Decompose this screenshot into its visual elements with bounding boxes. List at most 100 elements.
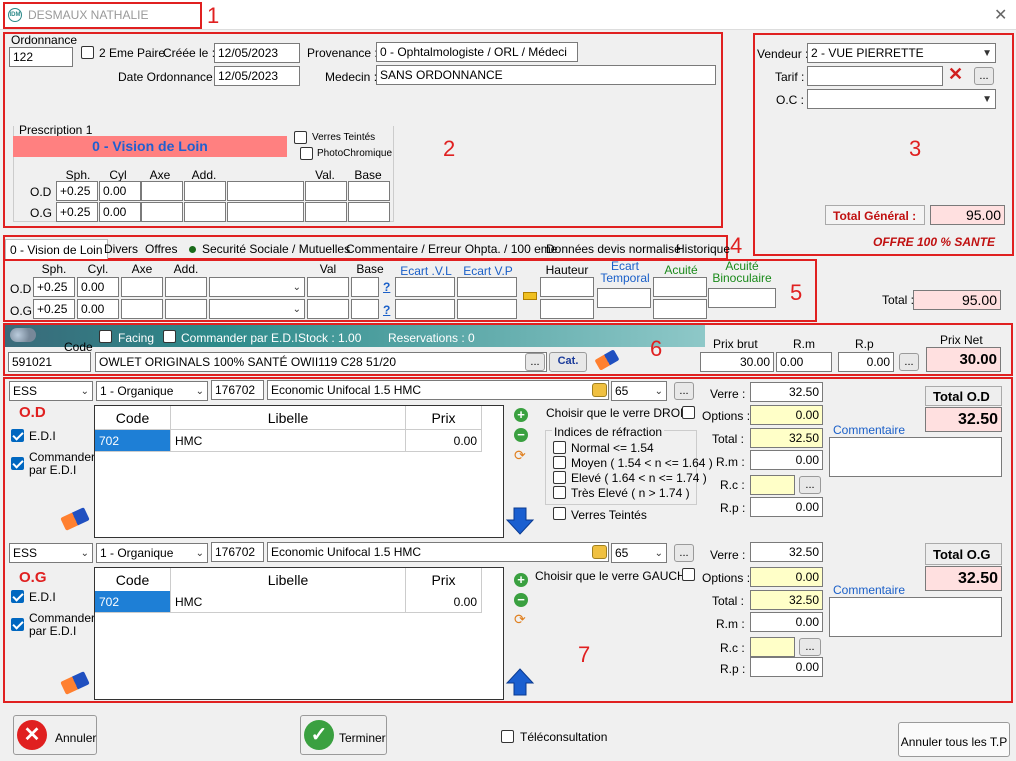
mes-od-dropdown[interactable]: ⌄ [209,277,305,297]
close-icon[interactable]: ✕ [994,5,1007,25]
mes-og-base[interactable] [351,299,379,319]
od-add-icon[interactable]: + [514,408,528,422]
od-more-button[interactable]: ... [674,382,694,400]
monture-more-button[interactable]: ... [525,353,545,371]
presc-og-axe[interactable] [141,202,183,222]
og-libelle-field[interactable]: Economic Unifocal 1.5 HMC [267,542,609,562]
og-rp-field[interactable]: 0.00 [750,657,823,677]
clear-tarif-icon[interactable]: ✕ [948,64,963,85]
monture-libelle-field[interactable]: OWLET ORIGINALS 100% SANTÉ OWII119 C28 5… [95,352,547,372]
od-diam-select[interactable]: 65 ⌄ [611,381,667,401]
mes-od-val[interactable] [307,277,349,297]
annuler-tp-button[interactable]: Annuler tous les T.P [898,722,1010,757]
tarif-more-button[interactable]: ... [974,67,994,85]
presc-og-sph[interactable]: +0.25 [56,202,98,222]
od-grid-cell-libelle[interactable]: HMC [171,430,406,452]
og-type-select[interactable]: ESS ⌄ [9,543,93,563]
presc-od-base[interactable] [348,181,390,201]
od-code-field[interactable]: 176702 [211,380,264,400]
presc-og-base[interactable] [348,202,390,222]
mes-og-val[interactable] [307,299,349,319]
og-rc-field[interactable] [750,637,795,657]
od-arrow-down-icon[interactable] [505,506,535,536]
presc-og-cyl[interactable]: 0.00 [99,202,141,222]
og-arrow-up-icon[interactable] [505,667,535,697]
presc-od-axe[interactable] [141,181,183,201]
od-indice-tres-eleve-checkbox[interactable] [553,486,566,499]
og-catalog-icon[interactable] [592,545,607,559]
ordonnance-number[interactable]: 122 [9,47,73,67]
tab-vision-de-loin[interactable]: 0 - Vision de Loin [5,239,108,259]
mes-od-ecart-vl[interactable] [395,277,455,297]
mes-og-ecart-vp[interactable] [457,299,517,319]
od-type-select[interactable]: ESS ⌄ [9,381,93,401]
mes-od-base[interactable] [351,277,379,297]
od-indice-normal-checkbox[interactable] [553,441,566,454]
catalogue-button[interactable]: Cat. [549,352,587,372]
od-matiere-select[interactable]: 1 - Organique ⌄ [96,381,208,401]
mes-od-sph[interactable]: +0.25 [33,277,75,297]
od-remove-icon[interactable]: − [514,428,528,442]
presc-og-val[interactable] [305,202,347,222]
mes-od-add[interactable] [165,277,207,297]
od-grid-cell-prix[interactable]: 0.00 [406,430,482,452]
link-eyes-icon[interactable] [523,292,537,300]
date-ordonnance-field[interactable]: 12/05/2023 [214,66,300,86]
od-libelle-field[interactable]: Economic Unifocal 1.5 HMC [267,380,609,400]
presc-od-sph[interactable]: +0.25 [56,181,98,201]
tab-historique[interactable]: Historique [672,239,734,259]
od-refresh-icon[interactable]: ⟳ [514,447,526,464]
presc-od-val[interactable] [305,181,347,201]
mes-od-hauteur[interactable] [540,277,594,297]
mes-od-axe[interactable] [121,277,163,297]
od-catalog-icon[interactable] [592,383,607,397]
deuxieme-paire-checkbox[interactable] [81,46,94,59]
tab-divers[interactable]: Divers [100,239,142,259]
od-rc-field[interactable] [750,475,795,495]
od-commentaire-field[interactable] [829,437,1002,477]
og-add-icon[interactable]: + [514,573,528,587]
teleconsultation-checkbox[interactable] [501,730,514,743]
creee-field[interactable]: 12/05/2023 [214,43,300,63]
og-grid-cell-prix[interactable]: 0.00 [406,591,482,613]
mes-od-ecart-vp[interactable] [457,277,517,297]
og-refresh-icon[interactable]: ⟳ [514,611,526,628]
od-rm-field[interactable]: 0.00 [750,450,823,470]
verres-teintes-checkbox[interactable] [294,131,307,144]
og-choisir-checkbox[interactable] [682,568,695,581]
og-more-button[interactable]: ... [674,544,694,562]
og-diam-select[interactable]: 65 ⌄ [611,543,667,563]
presc-od-cyl[interactable]: 0.00 [99,181,141,201]
tab-donnees-devis[interactable]: Données devis normalisé [542,239,685,259]
mes-og-acuite[interactable] [653,299,707,319]
od-commander-checkbox[interactable] [11,457,24,470]
od-choisir-checkbox[interactable] [682,406,695,419]
mes-og-hauteur[interactable] [540,299,594,319]
vendeur-select[interactable]: 2 - VUE PIERRETTE ▼ [807,43,996,63]
od-rc-more-button[interactable]: ... [799,476,821,494]
od-rp-field[interactable]: 0.00 [750,497,823,517]
medecin-field[interactable]: SANS ORDONNANCE [376,65,716,85]
presc-od-extra[interactable] [227,181,304,201]
mes-og-ecart-vl[interactable] [395,299,455,319]
od-indice-moyen-checkbox[interactable] [553,456,566,469]
og-rc-more-button[interactable]: ... [799,638,821,656]
og-remove-icon[interactable]: − [514,593,528,607]
og-commander-checkbox[interactable] [11,618,24,631]
monture-code-field[interactable]: 591021 [8,352,91,372]
tab-securite-sociale[interactable]: Securité Sociale / Mutuelles [198,239,354,259]
provenance-field[interactable]: 0 - Ophtalmologiste / ORL / Médeci [376,42,578,62]
od-edi-checkbox[interactable] [11,429,24,442]
tab-commentaire[interactable]: Commentaire / Erreur Ohpta. / 100 eme [342,239,561,259]
facing-checkbox[interactable] [99,330,112,343]
mes-og-sph[interactable]: +0.25 [33,299,75,319]
og-grid-cell-libelle[interactable]: HMC [171,591,406,613]
og-code-field[interactable]: 176702 [211,542,264,562]
tab-offres[interactable]: Offres [141,239,181,259]
og-matiere-select[interactable]: 1 - Organique ⌄ [96,543,208,563]
prix-more-button[interactable]: ... [899,353,919,371]
mes-og-dropdown[interactable]: ⌄ [209,299,305,319]
od-verres-teintes-checkbox[interactable] [553,507,566,520]
mes-ecart-temporal[interactable] [597,288,651,308]
presc-og-extra[interactable] [227,202,304,222]
